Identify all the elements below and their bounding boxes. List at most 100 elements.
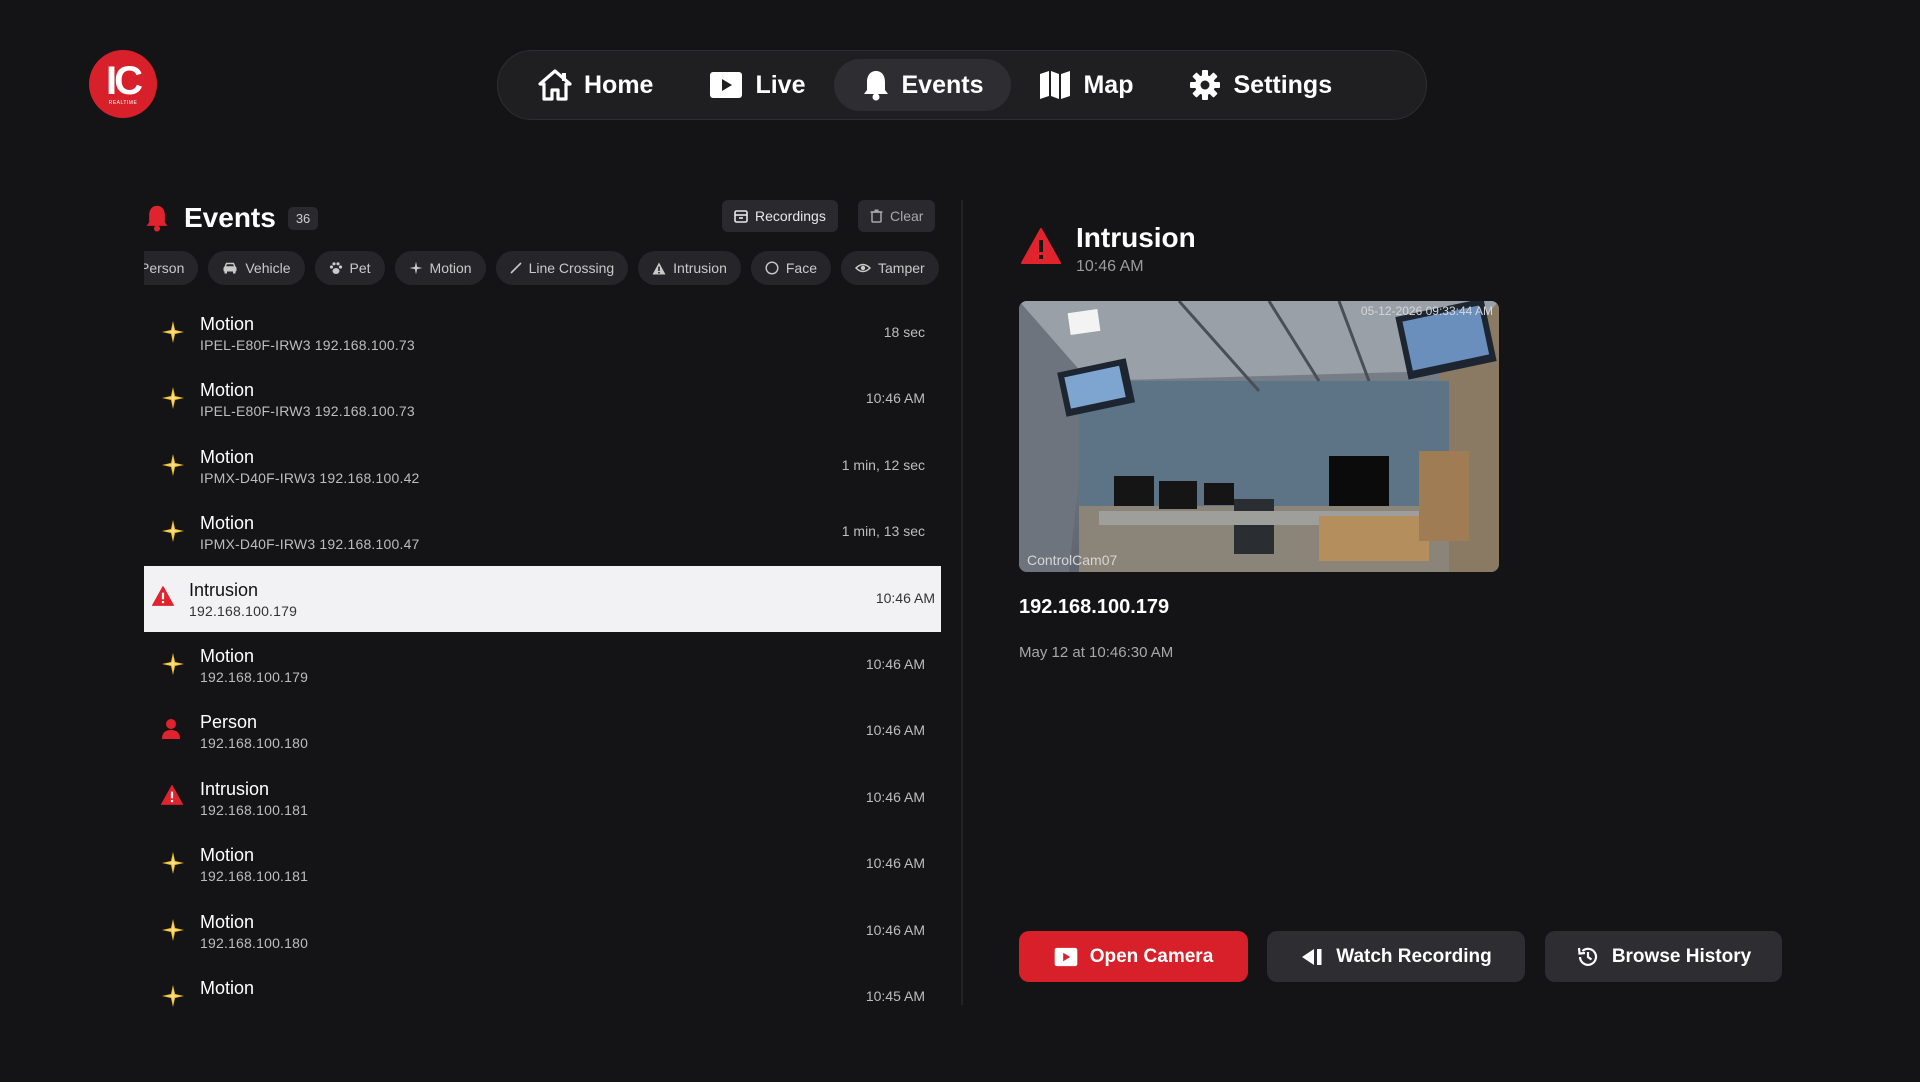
event-row[interactable]: Motion IPMX-D40F-IRW3 192.168.100.42 1 min… <box>144 433 941 499</box>
event-snapshot[interactable]: 05-12-2026 09:33:44 AM ControlCam07 <box>1019 301 1499 572</box>
event-type: Motion <box>200 645 255 666</box>
warning-icon <box>161 784 185 809</box>
top-navigation: Home Live Events Map Settings <box>497 50 1427 120</box>
warning-icon <box>1021 228 1061 264</box>
event-row[interactable]: Motion 192.168.100.179 10:46 AM <box>144 632 941 698</box>
event-text: Motion 192.168.100.179 <box>200 645 308 687</box>
event-type: Motion <box>200 314 255 334</box>
nav-map-label: Map <box>1083 70 1134 99</box>
detail-date: May 12 at 10:46:30 AM <box>1019 644 1174 661</box>
event-subtitle: 192.168.100.181 <box>200 868 309 885</box>
event-subtitle: 192.168.100.179 <box>200 668 309 685</box>
face-icon <box>765 261 779 275</box>
filter-chip-line-crossing[interactable]: Line Crossing <box>495 251 629 285</box>
event-text: Motion IPEL-E80F-IRW3 192.168.100.73 <box>200 379 415 421</box>
gear-icon <box>1190 70 1221 100</box>
event-type: Person <box>200 712 258 733</box>
motion-icon <box>409 261 422 275</box>
filter-chip-person[interactable]: Person <box>144 251 199 285</box>
app-logo[interactable]: IC REALTIME <box>89 50 157 118</box>
event-row[interactable]: Intrusion 192.168.100.181 10:46 AM <box>144 765 941 831</box>
event-time: 1 min, 13 sec <box>841 523 925 540</box>
event-row[interactable]: Motion IPMX-D40F-IRW3 192.168.100.47 1 min… <box>144 499 941 565</box>
motion-icon <box>161 320 185 344</box>
nav-events[interactable]: Events <box>833 59 1012 111</box>
filter-chip-motion[interactable]: Motion <box>394 251 486 285</box>
nav-settings[interactable]: Settings <box>1161 59 1360 111</box>
event-row[interactable]: Motion IPEL-E80F-IRW3 192.168.100.73 18 se… <box>144 300 941 366</box>
event-row-selected[interactable]: Intrusion 192.168.100.179 10:46 AM <box>144 565 941 632</box>
filter-chip-tamper[interactable]: Tamper <box>841 251 939 285</box>
event-type: Motion <box>200 380 255 401</box>
motion-icon <box>161 984 185 1008</box>
event-time: 10:46 AM <box>865 722 925 739</box>
rewind-icon <box>1302 948 1322 965</box>
event-type: Motion <box>200 845 255 866</box>
filter-chip-label: Intrusion <box>673 260 727 276</box>
recordings-button[interactable]: Recordings <box>722 200 838 232</box>
events-count-badge: 36 <box>287 206 319 230</box>
archive-icon <box>734 210 748 223</box>
filter-chip-label: Tamper <box>878 260 925 276</box>
event-row[interactable]: Motion IPEL-E80F-IRW3 192.168.100.73 10:46… <box>144 366 941 432</box>
filter-chip-face[interactable]: Face <box>750 251 831 285</box>
recordings-label: Recordings <box>755 208 826 224</box>
filter-chip-pet[interactable]: Pet <box>314 251 385 285</box>
event-row[interactable]: Person 192.168.100.180 10:46 AM <box>144 698 941 764</box>
event-time: 10:46 AM <box>865 788 925 805</box>
motion-icon <box>161 453 185 477</box>
watch-recording-button[interactable]: Watch Recording <box>1267 931 1525 982</box>
snapshot-camera-name: ControlCam07 <box>1027 552 1118 568</box>
warning-icon <box>152 585 176 610</box>
event-text: Intrusion 192.168.100.181 <box>200 778 308 820</box>
nav-home[interactable]: Home <box>510 59 681 111</box>
event-text: Person 192.168.100.180 <box>200 711 308 753</box>
event-time: 10:46 AM <box>875 589 935 606</box>
snapshot-timestamp: 05-12-2026 09:33:44 AM <box>1360 304 1493 318</box>
event-type: Motion <box>200 513 255 534</box>
nav-live[interactable]: Live <box>681 59 833 111</box>
event-subtitle: 192.168.100.179 <box>189 602 298 619</box>
watch-recording-label: Watch Recording <box>1336 945 1492 967</box>
nav-settings-label: Settings <box>1233 70 1333 99</box>
detail-time: 10:46 AM <box>1076 258 1144 275</box>
filter-chip-label: Line Crossing <box>528 260 615 276</box>
person-icon <box>161 718 185 742</box>
event-subtitle: 192.168.100.180 <box>200 735 309 752</box>
event-list[interactable]: Motion IPEL-E80F-IRW3 192.168.100.73 18 se… <box>144 300 941 1010</box>
event-filter-bar[interactable]: Person Vehicle Pet Motion Line Crossing … <box>144 251 941 285</box>
bell-icon <box>146 205 168 232</box>
event-type: Motion <box>200 911 255 932</box>
browse-history-button[interactable]: Browse History <box>1545 931 1782 982</box>
app-root: IC REALTIME Home Live Events Map Setting… <box>0 0 1920 1082</box>
nav-map[interactable]: Map <box>1011 59 1161 111</box>
event-subtitle: IPMX-D40F-IRW3 192.168.100.42 <box>200 469 420 486</box>
motion-icon <box>161 851 185 875</box>
filter-chip-label: Pet <box>349 260 371 276</box>
filter-chip-vehicle[interactable]: Vehicle <box>208 251 305 285</box>
filter-chip-intrusion[interactable]: Intrusion <box>638 251 741 285</box>
map-icon <box>1040 71 1071 99</box>
filter-chip-label: Person <box>144 260 185 276</box>
open-camera-button[interactable]: Open Camera <box>1019 931 1248 982</box>
event-time: 18 sec <box>883 324 925 340</box>
event-type: Motion <box>200 977 255 998</box>
events-title: Events <box>184 202 276 233</box>
event-row[interactable]: Motion 10:45 AM <box>144 964 941 1010</box>
event-text: Motion IPMX-D40F-IRW3 192.168.100.47 <box>200 512 420 554</box>
event-text: Motion 192.168.100.180 <box>200 911 308 953</box>
open-camera-label: Open Camera <box>1089 945 1214 967</box>
event-row[interactable]: Motion 192.168.100.180 10:46 AM <box>144 898 941 964</box>
line-crossing-icon <box>509 262 522 274</box>
event-time: 10:45 AM <box>865 987 925 1004</box>
logo-text: IC <box>106 58 143 103</box>
history-icon <box>1577 947 1597 966</box>
event-row[interactable]: Motion 192.168.100.181 10:46 AM <box>144 831 941 897</box>
filter-chip-label: Motion <box>429 260 472 276</box>
bell-icon <box>863 71 888 101</box>
motion-icon <box>161 652 185 676</box>
event-text: Motion IPMX-D40F-IRW3 192.168.100.42 <box>200 446 420 488</box>
panel-divider <box>961 200 963 1005</box>
clear-button[interactable]: Clear <box>858 200 936 232</box>
event-subtitle: IPMX-D40F-IRW3 192.168.100.47 <box>200 536 420 553</box>
